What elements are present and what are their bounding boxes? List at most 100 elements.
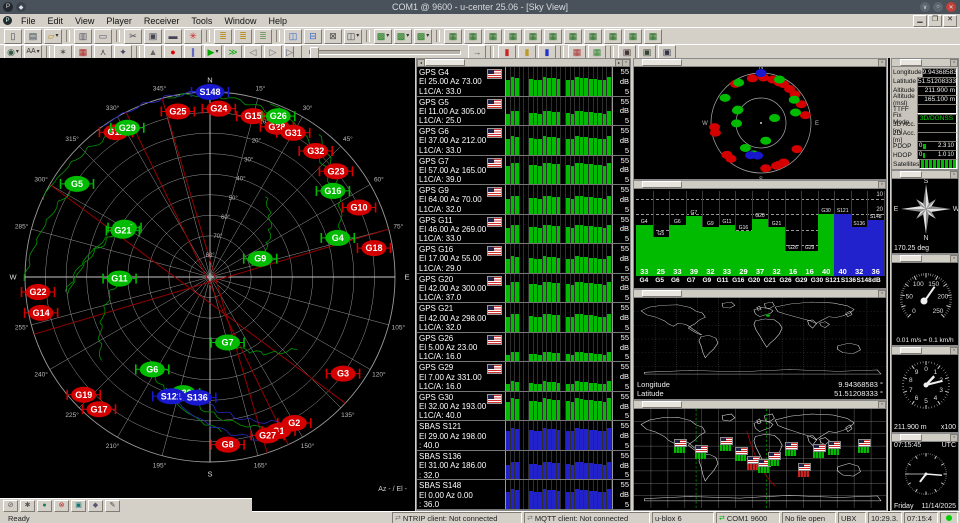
titlebar-circle-button[interactable]: ○ — [933, 2, 943, 12]
copy-button[interactable]: ▣ — [144, 29, 162, 44]
title-bar[interactable]: P ◆ COM1 @ 9600 - u-center 25.06 - [Sky … — [0, 0, 960, 14]
satellite-badge-G9[interactable]: G9 — [244, 251, 277, 267]
mdi-minimize-button[interactable]: ▁ — [913, 15, 927, 27]
panel-close-icon[interactable]: × — [950, 347, 958, 355]
packet-console-button[interactable]: ▦ — [444, 29, 462, 44]
database-clear-button[interactable]: ≣ — [254, 29, 272, 44]
table-view-button[interactable]: ▦ — [564, 29, 582, 44]
menu-player[interactable]: Player — [100, 16, 138, 26]
satellite-badge-G16[interactable]: G16 — [316, 183, 349, 199]
scrollbar-thumb[interactable] — [642, 401, 682, 408]
mdi-close-button[interactable]: ✕ — [943, 15, 957, 27]
satellite-badge-G4[interactable]: G4 — [321, 230, 354, 246]
menu-edit[interactable]: Edit — [42, 16, 70, 26]
globe-icon[interactable]: ● — [37, 500, 52, 512]
messages-view-button[interactable]: ▦ — [504, 29, 522, 44]
ucenter-logo-button[interactable]: ✳ — [184, 29, 202, 44]
panel-close-icon[interactable]: × — [950, 434, 958, 442]
binary-console-button[interactable]: ▦ — [464, 29, 482, 44]
panel-close-icon[interactable]: × — [878, 59, 886, 67]
panel-close-icon[interactable]: × — [878, 181, 886, 189]
histogram-view-button[interactable]: ▩▾ — [414, 29, 432, 44]
settings-icon[interactable]: ✱ — [20, 500, 35, 512]
deviation-map-button[interactable]: ▦ — [604, 29, 622, 44]
configuration-view-button[interactable]: ▦ — [524, 29, 542, 44]
satellite-map-scrollbar[interactable]: × — [634, 401, 886, 409]
data-panel-scrollbar[interactable]: × — [892, 59, 958, 67]
satellite-badge-G24[interactable]: G24 — [202, 101, 235, 117]
menu-file[interactable]: File — [15, 16, 42, 26]
playback-slider[interactable] — [309, 50, 461, 55]
marker-icon[interactable]: ◆ — [88, 500, 103, 512]
new-file-button[interactable]: ▯ — [4, 29, 22, 44]
bar-chart-scrollbar[interactable]: × — [634, 181, 886, 189]
text-console-button[interactable]: ▦ — [484, 29, 502, 44]
edit-icon[interactable]: ✎ — [105, 500, 120, 512]
satellite-badge-G10[interactable]: G10 — [343, 200, 376, 216]
open-file-button[interactable]: ▱▾ — [44, 29, 62, 44]
display-icon[interactable]: ▣ — [71, 500, 86, 512]
print-preview-button[interactable]: ▭ — [94, 29, 112, 44]
new-window-button[interactable]: ◫▾ — [344, 29, 362, 44]
signal-panel-scrollbar[interactable]: ◂ ▸ × — [417, 59, 630, 67]
mini-sky-scrollbar[interactable]: × — [634, 59, 886, 67]
scrollbar-thumb[interactable] — [900, 59, 922, 66]
menu-window[interactable]: Window — [218, 16, 262, 26]
satellite-badge-G7[interactable]: G7 — [211, 335, 244, 351]
map-scrollbar[interactable]: × — [634, 290, 886, 298]
scrollbar-thumb[interactable] — [900, 171, 922, 178]
satellite-badge-G25[interactable]: G25 — [161, 104, 194, 120]
print-button[interactable]: ▥ — [74, 29, 92, 44]
mdi-restore-button[interactable]: ❐ — [928, 15, 942, 27]
camera-view-button[interactable]: ▩▾ — [374, 29, 392, 44]
sky-view-button[interactable]: ▦ — [624, 29, 642, 44]
menu-help[interactable]: Help — [262, 16, 293, 26]
chart-view-button[interactable]: ▩▾ — [394, 29, 412, 44]
map-view-button[interactable]: ▦ — [584, 29, 602, 44]
menu-receiver[interactable]: Receiver — [138, 16, 186, 26]
scrollbar-thumb[interactable] — [642, 290, 682, 297]
panel-close-icon[interactable]: × — [622, 59, 630, 67]
panel-close-icon[interactable]: × — [878, 401, 886, 409]
satellite-badge-S148[interactable]: S148 — [192, 84, 229, 100]
satellite-badge-G11[interactable]: G11 — [103, 271, 136, 287]
satellite-badge-G6[interactable]: G6 — [136, 361, 169, 377]
scrollbar-thumb[interactable] — [642, 59, 682, 66]
panel-close-icon[interactable]: × — [878, 290, 886, 298]
satellite-badge-G17[interactable]: G17 — [83, 401, 116, 417]
record-toggle-icon[interactable]: ⊘ — [3, 500, 18, 512]
compass-scrollbar[interactable]: × — [892, 171, 958, 179]
satellite-badge-G32[interactable]: G32 — [299, 143, 332, 159]
cut-button[interactable]: ✂ — [124, 29, 142, 44]
docking-windows-button[interactable]: ▦ — [644, 29, 662, 44]
clock-scrollbar[interactable]: × — [892, 434, 958, 442]
pin-icon[interactable]: ◆ — [16, 2, 26, 12]
panel-close-icon[interactable]: × — [950, 171, 958, 179]
menu-view[interactable]: View — [69, 16, 100, 26]
altimeter-scrollbar[interactable]: × — [892, 347, 958, 355]
paste-button[interactable]: ▬ — [164, 29, 182, 44]
statistic-view-button[interactable]: ▦ — [544, 29, 562, 44]
satellite-badge-G18[interactable]: G18 — [357, 240, 390, 256]
disconnect-icon[interactable]: ⊗ — [54, 500, 69, 512]
scrollbar-thumb[interactable] — [900, 255, 922, 262]
scrollbar-thumb[interactable] — [642, 181, 682, 188]
scrollbar-thumb[interactable] — [900, 347, 922, 354]
panel-close-icon[interactable]: × — [950, 255, 958, 263]
menu-tools[interactable]: Tools — [185, 16, 218, 26]
database-import-button[interactable]: ≣ — [234, 29, 252, 44]
speed-scrollbar[interactable]: × — [892, 255, 958, 263]
satellite-badge-G5[interactable]: G5 — [60, 176, 93, 192]
titlebar-chevron-button[interactable]: ∨ — [920, 2, 930, 12]
database-export-button[interactable]: ≣ — [214, 29, 232, 44]
scrollbar-thumb[interactable] — [425, 59, 465, 66]
tile-horizontal-button[interactable]: ◫ — [284, 29, 302, 44]
close-window-button[interactable]: ⊠ — [324, 29, 342, 44]
satellite-badge-G3[interactable]: G3 — [327, 366, 360, 382]
panel-close-icon[interactable]: × — [950, 59, 958, 67]
titlebar-close-button[interactable]: ✕ — [946, 2, 956, 12]
scroll-left-icon[interactable]: ◂ — [417, 59, 425, 67]
save-button[interactable]: ▤ — [24, 29, 42, 44]
tile-vertical-button[interactable]: ⊟ — [304, 29, 322, 44]
scrollbar-thumb[interactable] — [900, 434, 922, 441]
